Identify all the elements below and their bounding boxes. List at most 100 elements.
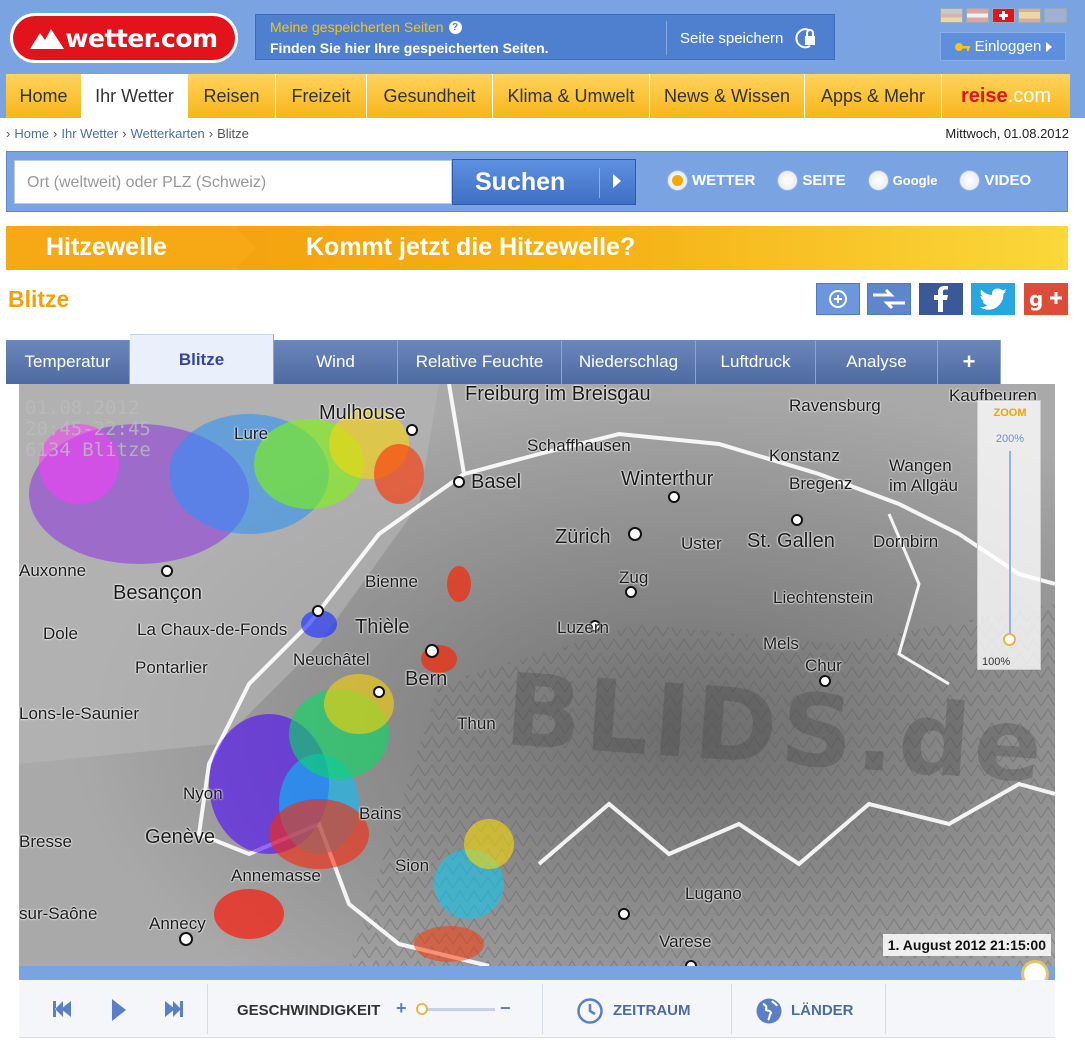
zoom-slider-handle[interactable] — [1003, 633, 1016, 646]
city-label: La Chaux-de-Fonds — [137, 620, 288, 639]
radio-wetter[interactable]: WETTER — [667, 170, 755, 191]
tab-luftdruck[interactable]: Luftdruck — [696, 340, 816, 384]
nav-item-reisen[interactable]: Reisen — [188, 74, 276, 118]
speed-slider-handle[interactable] — [416, 1003, 428, 1015]
city-label: Pontarlier — [135, 658, 208, 677]
nav-item-ihr-wetter[interactable]: Ihr Wetter — [82, 74, 188, 118]
breadcrumb: › Home › Ihr Wetter › Wetterkarten › Bli… — [6, 126, 249, 141]
flag-europe-icon[interactable] — [1044, 8, 1067, 23]
nav-item-news-wissen[interactable]: News & Wissen — [650, 74, 805, 118]
radio-google[interactable]: Google — [867, 170, 938, 191]
tab-wind[interactable]: Wind — [274, 340, 398, 384]
twitter-share-button[interactable] — [971, 283, 1015, 315]
key-icon — [954, 42, 970, 51]
globe-icon — [756, 998, 782, 1024]
saved-pages-link[interactable]: Finden Sie hier Ihre gespeicherten Seite… — [270, 40, 549, 56]
radio-video[interactable]: VIDEO — [959, 170, 1031, 191]
wetter-com-logo[interactable]: wetter.com — [10, 13, 238, 63]
reise-com-link[interactable]: reise .com — [942, 74, 1070, 118]
flag-spain-icon[interactable] — [1018, 8, 1041, 23]
breadcrumb-wetterkarten[interactable]: Wetterkarten — [131, 126, 205, 141]
city-label: Ravensburg — [789, 396, 881, 415]
nav-item-gesundheit[interactable]: Gesundheit — [367, 74, 493, 118]
city-label: Uster — [681, 534, 722, 553]
zoom-control: ZOOM 200% 100% — [977, 400, 1041, 670]
city-label: Bienne — [365, 572, 418, 591]
search-button[interactable]: Suchen — [452, 159, 636, 205]
search-bar: Ort (weltweit) oder PLZ (Schweiz) Suchen… — [6, 151, 1068, 212]
tab-niederschlag[interactable]: Niederschlag — [562, 340, 696, 384]
city-label: Neuchâtel — [293, 650, 370, 669]
timeline-track[interactable] — [19, 966, 1055, 980]
flag-austria-icon[interactable] — [966, 8, 989, 23]
tab-analyse[interactable]: Analyse — [816, 340, 938, 384]
google-plus-share-button[interactable]: g — [1024, 283, 1068, 315]
city-label: Mels — [763, 634, 799, 653]
svg-text:g: g — [1029, 287, 1043, 311]
save-page-button[interactable]: Seite speichern — [680, 27, 817, 49]
nav-item-freizeit[interactable]: Freizeit — [276, 74, 367, 118]
flag-germany-icon[interactable] — [940, 8, 963, 23]
skip-to-end-button[interactable] — [163, 1000, 185, 1023]
help-icon[interactable]: ? — [448, 20, 462, 34]
facebook-icon — [934, 286, 948, 312]
mountain-logo-icon — [30, 29, 65, 49]
zeitraum-label[interactable]: ZEITRAUM — [613, 1002, 691, 1019]
city-label: Varese — [659, 932, 712, 951]
zoom-plus-share-button[interactable] — [816, 283, 860, 315]
breadcrumb-home[interactable]: Home — [14, 126, 49, 141]
radio-seite[interactable]: SEITE — [777, 170, 846, 191]
compare-button[interactable] — [867, 283, 911, 315]
speed-increase-button[interactable]: + — [396, 998, 407, 1019]
saved-pages-title: Meine gespeicherten Seiten — [270, 19, 444, 35]
city-label: Dole — [43, 624, 78, 643]
zeitraum-button[interactable] — [576, 997, 604, 1030]
city-label: Bregenz — [789, 474, 853, 493]
tab-relative-feuchte[interactable]: Relative Feuchte — [398, 340, 562, 384]
nav-item-home[interactable]: Home — [6, 74, 82, 118]
speed-label: GESCHWINDIGKEIT — [237, 1002, 381, 1019]
tab-blitze[interactable]: Blitze — [130, 334, 274, 384]
chevron-right-icon — [1046, 41, 1053, 52]
city-label: sur-Saône — [19, 904, 98, 923]
city-label: Besançon — [113, 582, 202, 604]
city-label: Sion — [395, 856, 430, 875]
zoom-slider-track[interactable] — [1009, 451, 1011, 641]
play-button[interactable] — [111, 998, 127, 1027]
city-label: Mulhouse — [319, 402, 406, 424]
city-label: Dornbirn — [873, 532, 939, 551]
city-label: Winterthur — [621, 468, 714, 490]
city-label: Luzern — [557, 618, 609, 637]
map-timestamp: 1. August 2012 21:15:00 — [882, 934, 1051, 956]
search-scope-options: WETTER SEITE Google VIDEO — [667, 170, 1053, 191]
nav-item-apps-mehr[interactable]: Apps & Mehr — [805, 74, 942, 118]
city-label: Bresse — [19, 832, 72, 851]
search-input[interactable]: Ort (weltweit) oder PLZ (Schweiz) — [14, 160, 452, 204]
city-label: Konstanz — [769, 446, 840, 465]
tab-more[interactable]: + — [938, 340, 1001, 384]
skip-to-start-button[interactable] — [51, 1000, 73, 1023]
play-icon — [112, 999, 126, 1021]
speed-slider-track[interactable] — [421, 1008, 495, 1011]
skip-forward-icon — [165, 1001, 183, 1017]
breadcrumb-ihr-wetter[interactable]: Ihr Wetter — [61, 126, 118, 141]
city-label: Auxonne — [19, 561, 87, 580]
city-label: Zürich — [555, 526, 611, 548]
flag-switzerland-icon[interactable] — [992, 8, 1015, 23]
hitzewelle-banner[interactable]: Hitzewelle Kommt jetzt die Hitzewelle? — [6, 226, 1068, 270]
tab-temperatur[interactable]: Temperatur — [6, 340, 130, 384]
city-label: Annemasse — [231, 866, 321, 885]
lightning-map[interactable]: 01.08.2012 20:45-22:45 6134 Blitze Freib… — [19, 384, 1055, 966]
laender-button[interactable] — [755, 997, 783, 1030]
login-button[interactable]: Einloggen — [940, 32, 1066, 61]
google-logo: Google — [892, 173, 938, 188]
laender-label[interactable]: LÄNDER — [791, 1002, 854, 1019]
logo-text: wetter.com — [65, 23, 218, 53]
facebook-share-button[interactable] — [919, 283, 963, 315]
city-label: Thun — [457, 714, 496, 733]
speed-decrease-button[interactable]: − — [500, 998, 511, 1019]
nav-item-klima-umwelt[interactable]: Klima & Umwelt — [493, 74, 650, 118]
breadcrumb-current: Blitze — [217, 126, 249, 141]
city-label: Nyon — [183, 784, 223, 803]
city-label: Lugano — [685, 884, 742, 903]
